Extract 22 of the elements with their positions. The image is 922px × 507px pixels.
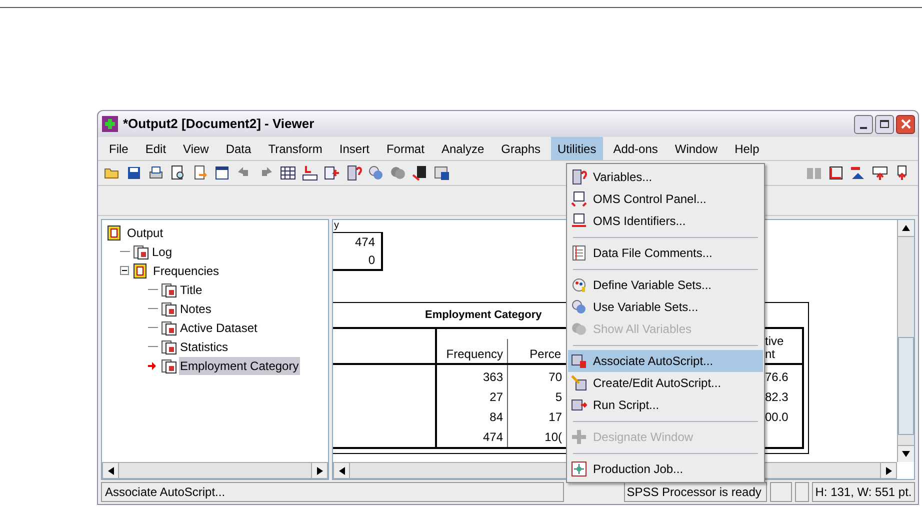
table-header: y	[334, 220, 339, 232]
table-cell-text: 363	[482, 369, 503, 386]
table-cell-text: 76.6	[765, 369, 790, 386]
table-title: Employment Category	[425, 308, 542, 323]
table-cell-text: 70	[548, 369, 562, 386]
table-cell-text: 84	[490, 409, 503, 426]
table-cell-text: 10(	[544, 429, 562, 446]
column-header: tive	[765, 335, 785, 348]
table-cell-text: 00.0	[765, 409, 790, 426]
table-cell-text: 474	[482, 429, 503, 446]
window-title: *Output2 [Document2] - Viewer	[123, 115, 314, 134]
column-header: Perce	[530, 347, 561, 361]
table-cell-text: 474	[354, 234, 375, 251]
table-cell-text: 17	[548, 409, 562, 426]
table-cell-text: 0	[368, 252, 375, 269]
column-header: nt	[765, 348, 776, 361]
table-cell-text: 82.3	[765, 389, 790, 406]
table-cell-text: 5	[555, 389, 562, 406]
column-header: Frequency	[446, 347, 503, 363]
size-status: H: 131, W: 551 pt.	[812, 482, 915, 502]
table-cell-text: 27	[490, 389, 503, 406]
status-message: Associate AutoScript...	[101, 482, 564, 502]
